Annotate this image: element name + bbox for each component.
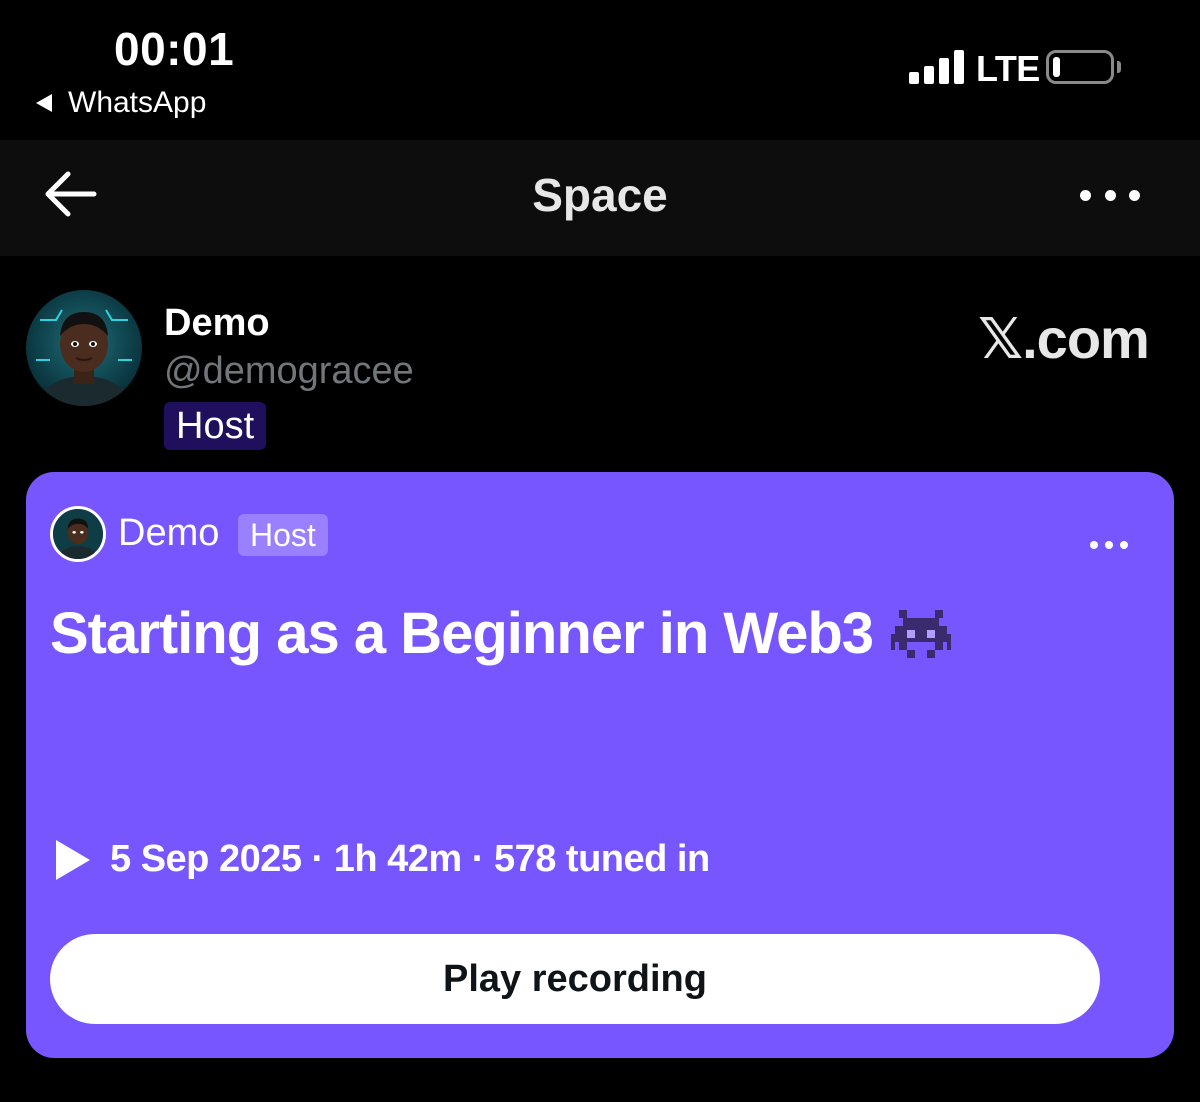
battery-icon <box>1046 50 1114 84</box>
alien-monster-icon <box>891 609 952 658</box>
status-time: 00:01 <box>114 23 235 75</box>
battery-cap <box>1117 61 1121 73</box>
host-name[interactable]: Demo <box>164 302 270 345</box>
space-meta-row: 5 Sep 2025 · 1h 42m · 578 tuned in <box>56 838 710 881</box>
page-title: Space <box>532 169 668 221</box>
host-handle[interactable]: @demogracee <box>164 350 414 393</box>
back-triangle-icon <box>36 94 52 112</box>
space-meta: 5 Sep 2025 · 1h 42m · 578 tuned in <box>110 838 710 880</box>
space-title-row: Starting as a Beginner in Web3 <box>50 600 952 667</box>
network-type: LTE <box>976 48 1040 89</box>
card-host-name: Demo <box>118 512 220 554</box>
nav-bar: Space <box>0 140 1200 256</box>
more-horizontal-icon[interactable] <box>1080 180 1140 210</box>
card-host-avatar <box>50 506 106 562</box>
battery-level <box>1053 57 1060 77</box>
status-bar: 00:01 WhatsApp LTE <box>0 0 1200 140</box>
card-more-icon[interactable] <box>1090 540 1128 550</box>
play-icon <box>56 839 90 880</box>
space-title: Starting as a Beginner in Web3 <box>50 601 874 666</box>
x-logo: 𝕏.com <box>978 307 1150 370</box>
back-to-app-link[interactable]: WhatsApp <box>36 86 206 120</box>
back-app-label: WhatsApp <box>68 86 207 119</box>
host-avatar[interactable] <box>26 290 142 406</box>
play-recording-button[interactable]: Play recording <box>50 934 1100 1024</box>
cellular-signal-icon <box>909 50 965 84</box>
host-role-badge: Host <box>164 402 267 450</box>
space-card[interactable]: Demo Host Starting as a Beginner in Web3 <box>26 472 1174 1058</box>
card-host-role-badge: Host <box>238 514 328 556</box>
